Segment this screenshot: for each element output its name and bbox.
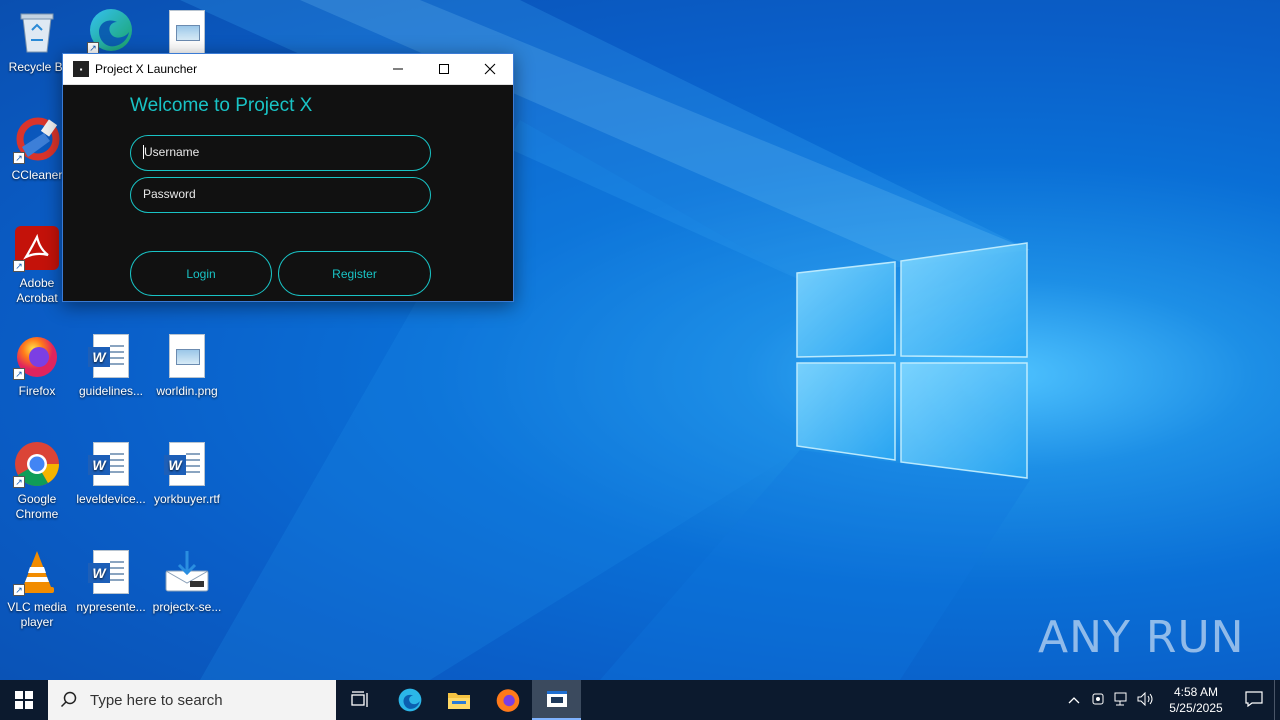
shortcut-arrow-icon: ↗ bbox=[13, 260, 25, 272]
chrome-label-line2: Chrome bbox=[15, 507, 59, 521]
vlc-label-line1: VLC media bbox=[7, 600, 67, 614]
close-icon bbox=[484, 63, 496, 75]
desktop-icon-edge[interactable]: ↗ bbox=[74, 6, 148, 58]
app-window-icon bbox=[546, 691, 567, 707]
shortcut-arrow-icon: ↗ bbox=[13, 152, 25, 164]
clock-date: 5/25/2025 bbox=[1169, 701, 1223, 715]
desktop-icon-guidelines[interactable]: W guidelines... bbox=[74, 332, 148, 399]
maximize-icon bbox=[439, 64, 449, 74]
projectx-setup-label: projectx-se... bbox=[152, 600, 222, 614]
username-placeholder: Username bbox=[144, 145, 200, 159]
leveldevice-label: leveldevice... bbox=[76, 492, 146, 506]
welcome-heading: Welcome to Project X bbox=[130, 95, 313, 116]
word-document-icon: W bbox=[87, 548, 135, 596]
minimize-icon bbox=[393, 68, 403, 70]
adobe-acrobat-icon: ↗ bbox=[13, 224, 61, 272]
tray-volume[interactable] bbox=[1134, 691, 1158, 709]
title-bar[interactable]: ▪ Project X Launcher bbox=[63, 54, 513, 85]
word-document-icon: W bbox=[87, 440, 135, 488]
desktop-icon-yorkbuyer[interactable]: W yorkbuyer.rtf bbox=[150, 440, 224, 507]
taskbar-clock[interactable]: 4:58 AM 5/25/2025 bbox=[1164, 684, 1228, 716]
shortcut-arrow-icon: ↗ bbox=[13, 368, 25, 380]
folder-icon bbox=[447, 693, 470, 709]
launcher-content: Welcome to Project X Username Password L… bbox=[63, 85, 513, 302]
password-placeholder: Password bbox=[143, 187, 196, 201]
desktop-icon-projectx-setup[interactable]: projectx-se... bbox=[150, 548, 224, 615]
register-button[interactable]: Register bbox=[278, 251, 431, 296]
search-placeholder: Type here to search bbox=[90, 691, 223, 709]
taskbar-firefox[interactable] bbox=[483, 680, 532, 720]
anyrun-watermark: ANY RUN bbox=[1038, 612, 1245, 663]
start-button[interactable] bbox=[0, 680, 48, 720]
volume-icon bbox=[1137, 691, 1153, 706]
firefox-icon: ↗ bbox=[13, 332, 61, 380]
vlc-icon: ↗ bbox=[13, 548, 61, 596]
clock-time: 4:58 AM bbox=[1173, 685, 1219, 699]
tray-meet-now[interactable] bbox=[1086, 692, 1110, 709]
maximize-button[interactable] bbox=[421, 54, 467, 85]
task-view-button[interactable] bbox=[336, 680, 385, 720]
desktop-icon-vlc[interactable]: ↗ VLC media player bbox=[0, 548, 74, 630]
action-center-button[interactable] bbox=[1234, 690, 1274, 710]
shortcut-arrow-icon: ↗ bbox=[13, 476, 25, 488]
taskbar-project-x-launcher[interactable] bbox=[532, 680, 581, 720]
taskbar: Type here to search 4:58 AM 5/25/2025 bbox=[0, 680, 1280, 720]
windows-start-icon bbox=[15, 691, 33, 709]
taskbar-search-box[interactable]: Type here to search bbox=[48, 680, 336, 720]
recycle-bin-icon bbox=[13, 8, 61, 56]
firefox-icon bbox=[496, 689, 519, 712]
installer-icon bbox=[163, 548, 211, 596]
launcher-window: ▪ Project X Launcher Welcome to Project … bbox=[62, 53, 514, 302]
desktop-icon-nypresente[interactable]: W nypresente... bbox=[74, 548, 148, 615]
ccleaner-icon: ↗ bbox=[13, 116, 61, 164]
notification-icon bbox=[1245, 690, 1263, 707]
task-view-icon bbox=[350, 691, 368, 707]
vlc-label-line2: player bbox=[20, 615, 54, 629]
register-label: Register bbox=[332, 266, 377, 281]
desktop-icon-worldin[interactable]: worldin.png bbox=[150, 332, 224, 399]
guidelines-label: guidelines... bbox=[78, 384, 144, 398]
edge-icon: ↗ bbox=[87, 6, 135, 54]
device-icon bbox=[1092, 693, 1104, 704]
search-icon bbox=[60, 691, 77, 708]
username-field[interactable]: Username bbox=[130, 135, 431, 171]
login-button[interactable]: Login bbox=[130, 251, 272, 296]
watermark-text: ANY RUN bbox=[1038, 612, 1245, 663]
tray-network[interactable] bbox=[1110, 692, 1134, 709]
login-label: Login bbox=[186, 266, 216, 281]
taskbar-file-explorer[interactable] bbox=[434, 680, 483, 720]
desktop-icon-firefox[interactable]: ↗ Firefox bbox=[0, 332, 74, 399]
taskbar-edge[interactable] bbox=[385, 680, 434, 720]
image-file-icon bbox=[163, 8, 211, 56]
chrome-icon: ↗ bbox=[13, 440, 61, 488]
window-title: Project X Launcher bbox=[95, 62, 198, 76]
close-button[interactable] bbox=[467, 54, 513, 85]
image-file-icon bbox=[163, 332, 211, 380]
yorkbuyer-label: yorkbuyer.rtf bbox=[153, 492, 221, 506]
chevron-up-icon bbox=[1068, 697, 1080, 704]
shortcut-arrow-icon: ↗ bbox=[13, 584, 25, 596]
minimize-button[interactable] bbox=[375, 54, 421, 85]
system-tray: 4:58 AM 5/25/2025 bbox=[1062, 680, 1280, 720]
network-icon bbox=[1114, 692, 1127, 705]
firefox-label: Firefox bbox=[18, 384, 56, 398]
show-desktop-button[interactable] bbox=[1274, 680, 1280, 720]
word-document-icon: W bbox=[87, 332, 135, 380]
worldin-label: worldin.png bbox=[156, 384, 218, 398]
chrome-label-line1: Google bbox=[17, 492, 57, 506]
app-icon: ▪ bbox=[73, 61, 89, 77]
word-document-icon: W bbox=[163, 440, 211, 488]
password-field[interactable]: Password bbox=[130, 177, 431, 213]
desktop-icon-google-chrome[interactable]: ↗ Google Chrome bbox=[0, 440, 74, 522]
desktop-icon-leveldevice[interactable]: W leveldevice... bbox=[74, 440, 148, 507]
show-hidden-icons-button[interactable] bbox=[1062, 693, 1086, 707]
edge-icon bbox=[398, 688, 421, 712]
nypresente-label: nypresente... bbox=[76, 600, 146, 614]
